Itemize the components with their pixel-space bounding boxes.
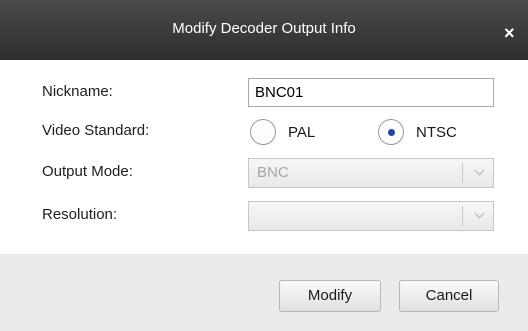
radio-option-ntsc[interactable]: NTSC xyxy=(378,116,457,148)
chevron-down-icon[interactable] xyxy=(474,165,485,176)
form-panel: Nickname: Video Standard: PAL NTSC Outpu… xyxy=(0,60,528,254)
nickname-input[interactable] xyxy=(248,78,494,107)
select-divider xyxy=(462,206,463,226)
radio-ntsc-label: NTSC xyxy=(416,123,457,141)
radio-option-pal[interactable]: PAL xyxy=(250,116,315,148)
close-icon[interactable]: × xyxy=(504,22,528,46)
output-mode-select[interactable]: BNC xyxy=(248,158,494,188)
output-mode-label: Output Mode: xyxy=(42,163,133,180)
title-bar[interactable]: Modify Decoder Output Info × xyxy=(0,0,528,60)
resolution-label: Resolution: xyxy=(42,206,118,223)
video-standard-label: Video Standard: xyxy=(42,122,150,139)
decoder-output-dialog: Modify Decoder Output Info × Nickname: V… xyxy=(0,0,528,331)
cancel-button[interactable]: Cancel xyxy=(399,280,499,312)
radio-pal-label: PAL xyxy=(288,123,316,141)
dialog-title: Modify Decoder Output Info xyxy=(172,20,356,37)
resolution-select[interactable] xyxy=(248,201,494,231)
output-mode-value: BNC xyxy=(257,164,289,181)
chevron-down-icon[interactable] xyxy=(474,208,485,219)
radio-ntsc[interactable] xyxy=(378,119,404,145)
modify-button[interactable]: Modify xyxy=(279,280,381,312)
button-bar: Modify Cancel xyxy=(0,254,528,331)
select-divider xyxy=(462,163,463,183)
radio-pal[interactable] xyxy=(250,119,276,145)
nickname-label: Nickname: xyxy=(42,83,113,100)
